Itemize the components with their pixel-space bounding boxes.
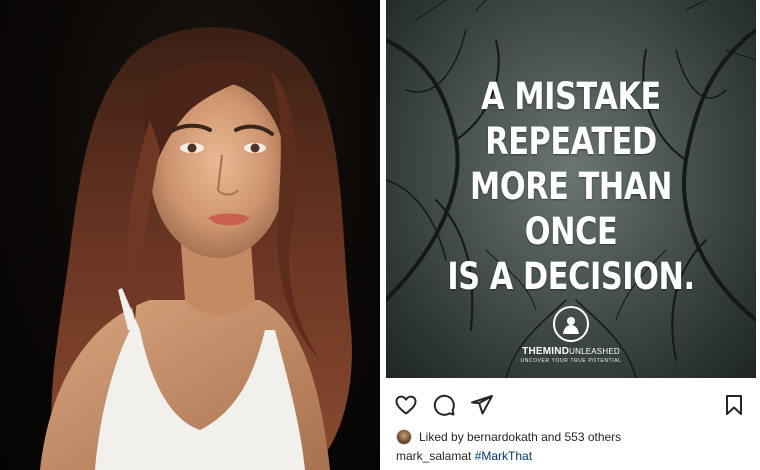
brand-watermark: THEMINDUNLEASHED UNCOVER YOUR TRUE POTEN…	[511, 306, 631, 364]
portrait-illustration	[40, 27, 352, 470]
brand-name-bold: THEMIND	[522, 346, 570, 357]
brand-name-rest: UNLEASHED	[569, 347, 620, 356]
liked-others-link[interactable]: and 553 others	[541, 430, 621, 444]
comment-icon[interactable]	[432, 393, 456, 417]
post-caption: mark_salamat #MarkThat	[396, 449, 532, 463]
brand-name: THEMINDUNLEASHED	[511, 346, 631, 357]
heart-icon[interactable]	[394, 393, 418, 417]
caption-username[interactable]: mark_salamat	[396, 449, 471, 463]
bookmark-icon[interactable]	[722, 393, 746, 417]
post-actions	[394, 393, 754, 419]
brand-logo-icon	[553, 306, 589, 342]
quote-line-1: A MISTAKE REPEATED	[481, 75, 661, 163]
quote-text: A MISTAKE REPEATED MORE THAN ONCE IS A D…	[419, 74, 722, 299]
send-icon[interactable]	[470, 393, 494, 417]
portrait-photo	[0, 0, 380, 470]
liked-by-label: Liked by	[419, 430, 464, 444]
quote-line-2: MORE THAN ONCE	[470, 165, 672, 253]
post-image[interactable]: A MISTAKE REPEATED MORE THAN ONCE IS A D…	[386, 0, 756, 378]
instagram-post: A MISTAKE REPEATED MORE THAN ONCE IS A D…	[382, 0, 760, 470]
likes-row: Liked by bernardokath and 553 others	[396, 428, 621, 446]
caption-hashtag[interactable]: #MarkThat	[475, 449, 532, 463]
brand-tagline: UNCOVER YOUR TRUE POTENTIAL	[520, 358, 622, 364]
quote-line-3: IS A DECISION.	[447, 255, 695, 298]
liked-user-link[interactable]: bernardokath	[467, 430, 538, 444]
avatar[interactable]	[396, 429, 412, 445]
